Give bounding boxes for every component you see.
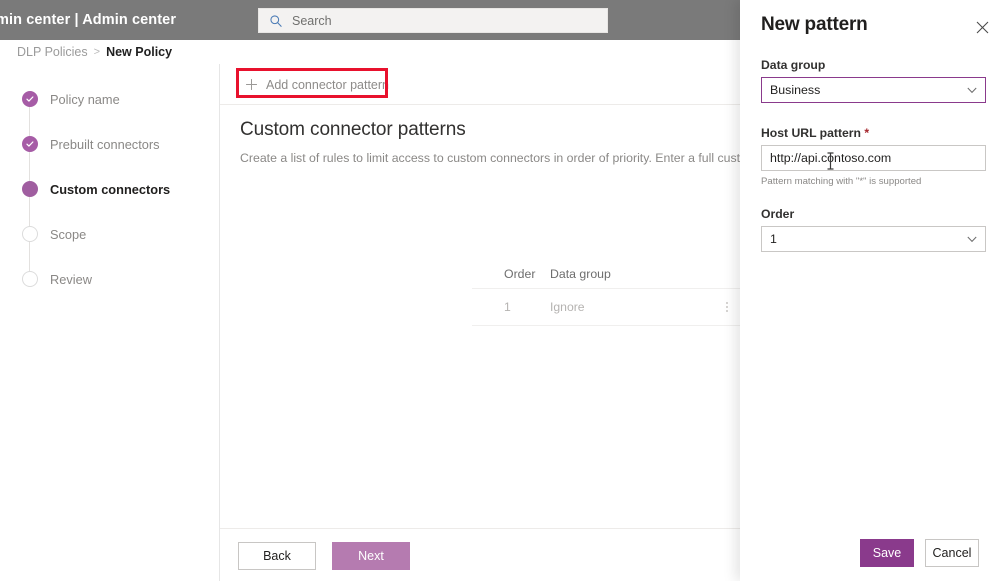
sidebar-item-label: Policy name [50, 91, 120, 107]
row-overflow-menu-button[interactable] [710, 302, 744, 312]
sidebar-item-label: Review [50, 271, 92, 287]
cell-data-group: Ignore [550, 300, 585, 314]
data-group-label: Data group [761, 58, 826, 72]
add-connector-pattern-button[interactable]: Add connector pattern [240, 72, 396, 97]
host-url-field: Host URL pattern * http://api.contoso.co… [761, 126, 986, 187]
data-group-select[interactable]: Business [761, 77, 986, 103]
sidebar-item-custom-connectors[interactable]: Custom connectors [22, 179, 170, 199]
back-button[interactable]: Back [238, 542, 316, 570]
step-pending-icon [22, 226, 38, 242]
plus-icon [246, 79, 257, 90]
breadcrumb-separator-icon: > [93, 46, 101, 58]
order-select[interactable]: 1 [761, 226, 986, 252]
add-connector-pattern-label: Add connector pattern [266, 77, 389, 92]
host-url-hint: Pattern matching with "*" is supported [761, 176, 922, 187]
order-value: 1 [770, 232, 777, 246]
app-root: min center | Admin center Search DLP Pol… [0, 0, 1007, 581]
cancel-button[interactable]: Cancel [925, 539, 979, 567]
column-header-order[interactable]: Order [472, 267, 550, 281]
text-cursor-pointer [826, 152, 835, 170]
order-field: Order 1 [761, 207, 986, 252]
search-placeholder: Search [292, 13, 332, 28]
new-pattern-panel: New pattern Data group Business Host URL… [740, 0, 1007, 581]
sidebar-item-scope[interactable]: Scope [22, 224, 86, 244]
sidebar-item-label: Custom connectors [50, 181, 171, 197]
close-button[interactable] [973, 18, 991, 36]
search-icon [270, 14, 282, 27]
sidebar-item-prebuilt-connectors[interactable]: Prebuilt connectors [22, 134, 160, 154]
host-url-label: Host URL pattern * [761, 126, 986, 140]
chevron-down-icon [967, 236, 977, 243]
breadcrumb-current: New Policy [106, 45, 173, 59]
host-url-input[interactable]: http://api.contoso.com [761, 145, 986, 171]
required-marker: * [864, 126, 870, 140]
panel-title: New pattern [761, 14, 868, 35]
step-active-icon [22, 181, 38, 197]
close-icon [976, 21, 988, 33]
panel-actions: Save Cancel [860, 539, 979, 567]
sidebar-item-label: Scope [50, 226, 87, 242]
step-done-icon [22, 136, 38, 152]
step-done-icon [22, 91, 38, 107]
more-vertical-icon [726, 302, 728, 312]
search-input[interactable]: Search [258, 8, 608, 33]
data-group-field: Data group Business [761, 58, 986, 103]
cell-order: 1 [504, 300, 511, 314]
chevron-down-icon [967, 87, 977, 94]
wizard-step-nav: Policy name Prebuilt connectors Custom c… [0, 64, 219, 581]
column-header-data-group[interactable]: Data group [550, 267, 710, 281]
suite-title: min center | Admin center [0, 12, 177, 28]
sidebar-item-policy-name[interactable]: Policy name [22, 89, 120, 109]
sidebar-item-label: Prebuilt connectors [50, 136, 160, 152]
step-pending-icon [22, 271, 38, 287]
data-group-value: Business [770, 83, 821, 97]
order-label: Order [761, 207, 795, 221]
host-url-label-text: Host URL pattern [761, 126, 861, 140]
sidebar-item-review[interactable]: Review [22, 269, 92, 289]
i-beam-icon [827, 152, 834, 170]
panel-header: New pattern [761, 14, 991, 42]
next-button[interactable]: Next [332, 542, 410, 570]
save-button[interactable]: Save [860, 539, 914, 567]
breadcrumb-parent[interactable]: DLP Policies [17, 45, 88, 59]
section-description-text: Create a list of rules to limit access t… [240, 151, 827, 165]
